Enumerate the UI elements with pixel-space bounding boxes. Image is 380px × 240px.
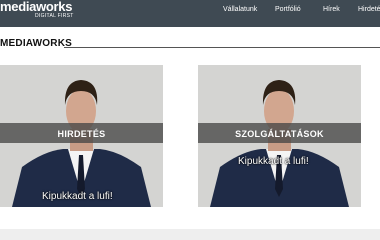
- category-label: SZOLGÁLTATÁSOK: [235, 129, 324, 139]
- video-caption: Kipukkadt a lufi!: [238, 156, 309, 167]
- section-divider: [64, 47, 380, 48]
- section-title: MEDIAWORKS: [0, 38, 72, 49]
- top-navigation-bar: mediaworks DIGITAL FIRST Vállalatunk Por…: [0, 0, 380, 27]
- nav-item-hirek[interactable]: Hírek: [323, 6, 340, 14]
- card-hirdetes[interactable]: HIRDETÉS Kipukkadt a lufi!: [0, 65, 163, 207]
- nav-item-vallalatunk[interactable]: Vállalatunk: [223, 6, 257, 14]
- footer-strip: [0, 229, 380, 240]
- category-label: HIRDETÉS: [57, 129, 106, 139]
- logo-tagline: DIGITAL FIRST: [35, 13, 74, 19]
- nav-item-portfolio[interactable]: Portfólió: [275, 6, 301, 14]
- nav-item-hirdetes[interactable]: Hirdetés: [358, 6, 380, 14]
- video-caption: Kipukkadt a lufi!: [42, 191, 113, 202]
- card-szolgaltatasok[interactable]: SZOLGÁLTATÁSOK Kipukkadt a lufi!: [198, 65, 361, 207]
